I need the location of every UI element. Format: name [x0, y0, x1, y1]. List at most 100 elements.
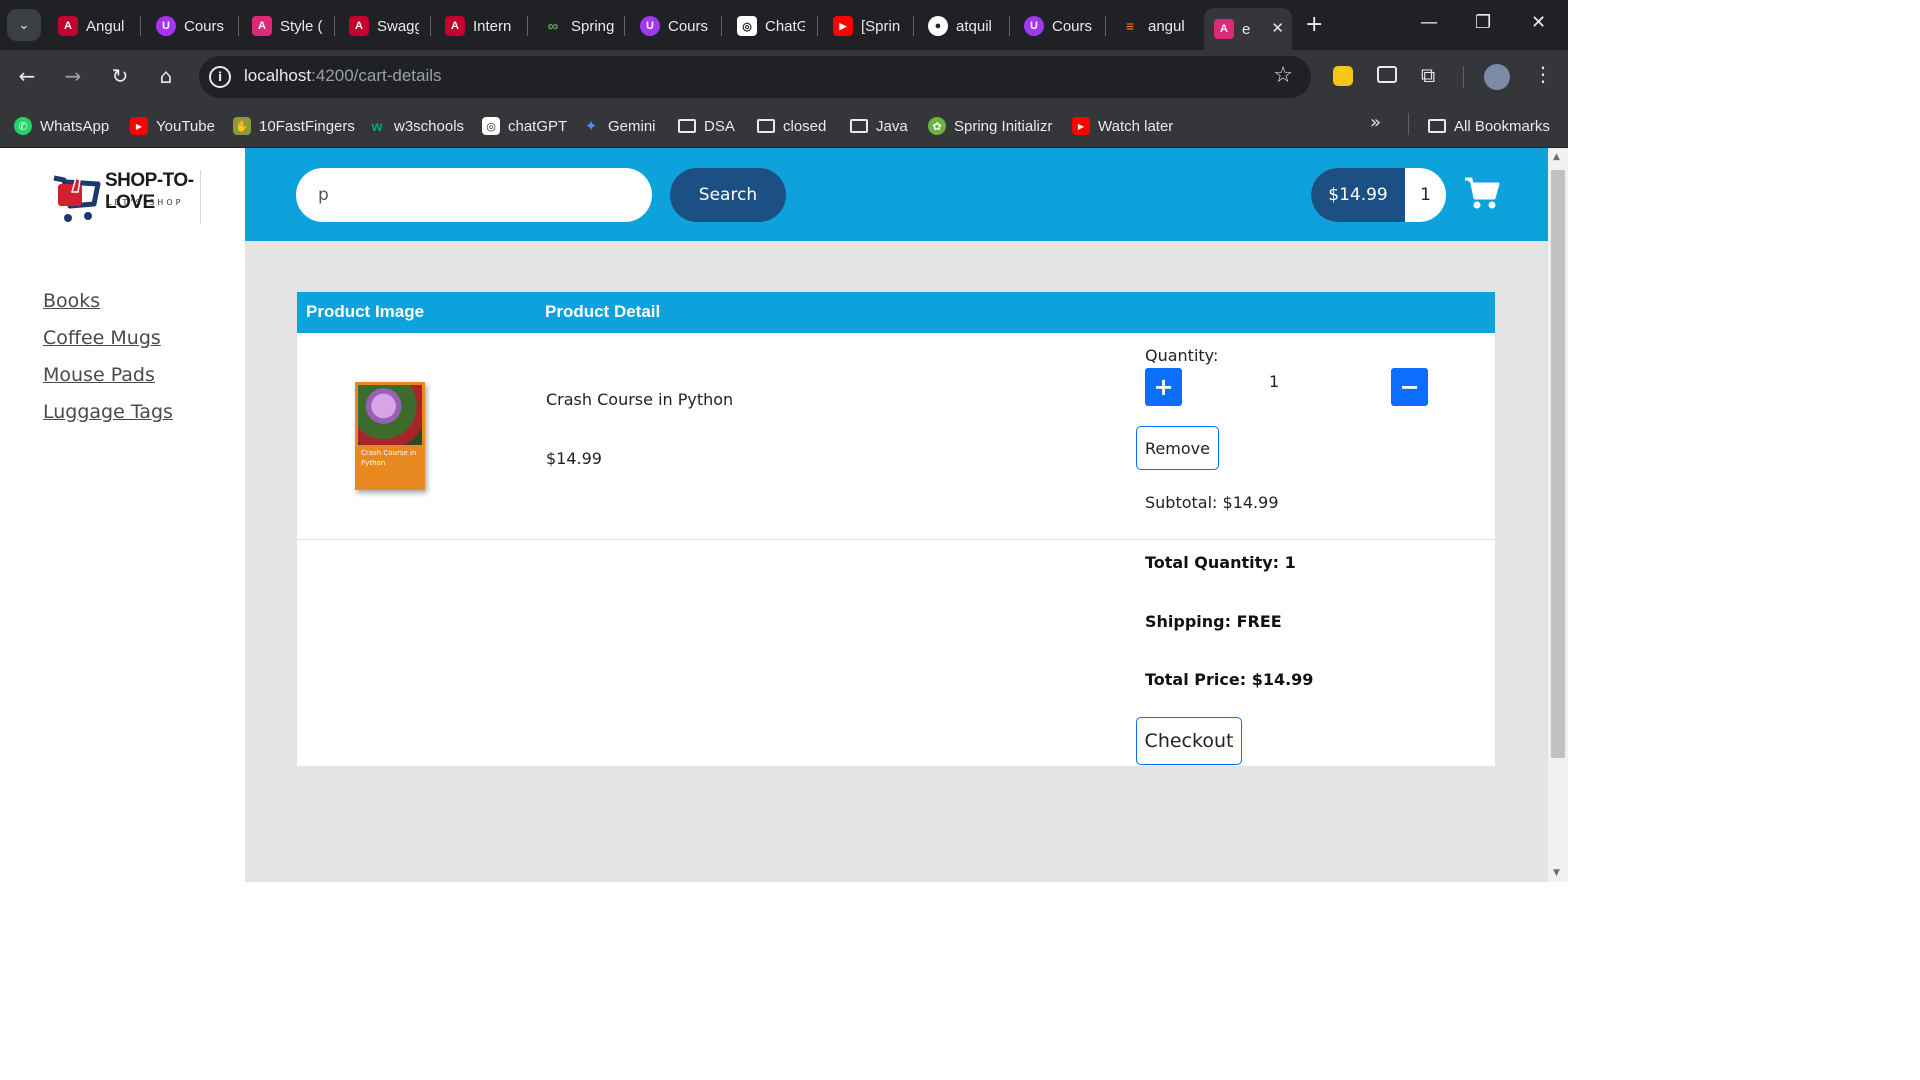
search-input[interactable] [296, 168, 652, 222]
page-scrollbar[interactable]: ▲ ▼ [1548, 148, 1568, 882]
sidebar-item-luggage-tags[interactable]: Luggage Tags [43, 401, 173, 423]
bookmark-10fastfingers[interactable]: ✋ 10FastFingers [233, 115, 355, 137]
bookmark-gemini[interactable]: ✦ Gemini [582, 115, 656, 137]
book-cover-title: Crash Course in Python [361, 449, 417, 467]
close-tab-icon[interactable]: ✕ [1271, 19, 1284, 37]
sidebar-item-mouse-pads[interactable]: Mouse Pads [43, 364, 155, 386]
profile-avatar[interactable] [1484, 64, 1510, 90]
browser-tab[interactable]: A Style ( [252, 8, 324, 44]
cart-table-header: Product Image Product Detail [297, 292, 1495, 333]
browser-menu-icon[interactable]: ⋮ [1533, 62, 1553, 86]
bookmark-youtube[interactable]: ▶ YouTube [130, 115, 215, 137]
folder-icon [678, 119, 696, 133]
page-header: Search $14.99 1 [245, 148, 1548, 241]
shop-logo[interactable]: SHOP-TO-LOVE LET'S SHOP [50, 168, 202, 226]
browser-tab[interactable]: U Cours [1024, 8, 1096, 44]
spring-tab-icon: ∞ [547, 17, 559, 35]
bookmark-whatsapp[interactable]: ✆ WhatsApp [14, 115, 109, 137]
sidebar-item-coffee-mugs[interactable]: Coffee Mugs [43, 327, 161, 349]
browser-tab[interactable]: A Intern [445, 8, 519, 44]
column-header-image: Product Image [306, 302, 425, 321]
w3schools-icon: w [371, 118, 383, 134]
close-window-icon[interactable]: ✕ [1531, 12, 1546, 33]
back-icon[interactable]: ← [14, 64, 40, 88]
browser-tab[interactable]: ▶ [Sprin [833, 8, 903, 44]
extensions-puzzle-icon[interactable]: ⧉ [1421, 63, 1435, 87]
category-sidebar: Books Coffee Mugs Mouse Pads Luggage Tag… [0, 241, 245, 882]
page: SHOP-TO-LOVE LET'S SHOP Books Coffee Mug… [0, 148, 1548, 882]
reading-mode-icon[interactable] [1377, 66, 1397, 83]
cart-status[interactable]: $14.99 1 [1311, 168, 1446, 222]
cart-total-quantity: 1 [1420, 185, 1431, 205]
restore-icon[interactable]: ❐ [1475, 12, 1491, 33]
extension-icon[interactable] [1333, 66, 1353, 86]
remove-button[interactable]: Remove [1136, 426, 1219, 470]
shipping-cost: Shipping: FREE [1145, 612, 1282, 631]
decrement-quantity-button[interactable]: − [1391, 368, 1428, 406]
column-header-detail: Product Detail [545, 302, 661, 321]
site-info-icon[interactable]: i [209, 66, 231, 88]
bookmark-spring-initializr[interactable]: ✿ Spring Initializr [928, 115, 1052, 137]
tab-title: Cours [184, 17, 225, 35]
quantity-value: 1 [1269, 372, 1280, 391]
product-name: Crash Course in Python [546, 390, 734, 409]
tab-title: Cours [668, 17, 709, 35]
tab-title: Swagg [377, 17, 419, 35]
quantity-label: Quantity: [1145, 346, 1219, 365]
whatsapp-icon: ✆ [14, 117, 32, 135]
address-bar[interactable]: i localhost:4200/cart-details ☆ [199, 56, 1311, 98]
scroll-up-arrow-icon[interactable]: ▲ [1553, 152, 1560, 162]
angular-tab-icon: A [349, 16, 369, 36]
bookmark-watch-later[interactable]: ▶ Watch later [1072, 115, 1173, 137]
tab-title: Spring [571, 17, 615, 35]
forward-icon[interactable]: → [60, 64, 86, 88]
increment-quantity-button[interactable]: + [1145, 368, 1182, 406]
tab-search-icon[interactable]: ⌄ [7, 9, 41, 41]
scroll-down-arrow-icon[interactable]: ▼ [1553, 868, 1560, 878]
product-price: $14.99 [546, 449, 602, 468]
tab-title: ChatG [765, 17, 805, 35]
checkout-button[interactable]: Checkout [1136, 717, 1242, 765]
browser-tab[interactable]: ● atquil [928, 8, 1000, 44]
reload-icon[interactable]: ↻ [107, 64, 133, 88]
cart-table: Product Image Product Detail Crash Cours… [297, 292, 1495, 766]
scroll-thumb[interactable] [1551, 170, 1565, 758]
bookmark-folder-java[interactable]: Java [850, 115, 908, 137]
bookmark-star-icon[interactable]: ☆ [1273, 63, 1293, 88]
minimize-icon[interactable]: — [1420, 12, 1438, 33]
more-bookmarks-icon[interactable]: » [1370, 112, 1381, 133]
browser-tab[interactable]: ≡ angul [1120, 8, 1190, 44]
sidebar-item-books[interactable]: Books [43, 290, 100, 312]
angular-tab-icon: A [445, 16, 465, 36]
all-bookmarks[interactable]: All Bookmarks [1428, 115, 1550, 137]
udemy-tab-icon: U [1024, 16, 1044, 36]
browser-tab[interactable]: ◎ ChatG [737, 8, 805, 44]
stackoverflow-tab-icon: ≡ [1125, 18, 1135, 34]
browser-tab[interactable]: U Cours [156, 8, 236, 44]
bookmark-folder-dsa[interactable]: DSA [678, 115, 735, 137]
folder-icon [1428, 119, 1446, 133]
product-image: Crash Course in Python [355, 382, 425, 490]
url-text[interactable]: localhost:4200/cart-details [244, 66, 442, 86]
bookmark-chatgpt[interactable]: ◎ chatGPT [482, 115, 567, 137]
gemini-icon: ✦ [584, 118, 598, 135]
browser-tab[interactable]: A Angul [58, 8, 138, 44]
browser-tab-active[interactable]: A e ✕ [1204, 8, 1292, 50]
new-tab-icon[interactable]: + [1305, 12, 1323, 37]
search-button[interactable]: Search [670, 168, 786, 222]
shopping-cart-icon[interactable] [1464, 176, 1500, 210]
bookmarks-bar: ✆ WhatsApp ▶ YouTube ✋ 10FastFingers w w3sch… [0, 104, 1568, 148]
home-icon[interactable]: ⌂ [153, 64, 179, 88]
spring-icon: ✿ [928, 117, 946, 135]
bookmark-w3schools[interactable]: w w3schools [368, 115, 465, 137]
browser-tab[interactable]: U Cours [640, 8, 714, 44]
angular-tab-icon: A [252, 16, 272, 36]
github-tab-icon: ● [928, 16, 948, 36]
item-subtotal: Subtotal: $14.99 [1145, 493, 1279, 512]
browser-tab[interactable]: A Swagg [349, 8, 419, 44]
angular-tab-icon: A [58, 16, 78, 36]
cart-total-price: $14.99 [1311, 168, 1405, 222]
browser-tab[interactable]: ∞ Spring [543, 8, 615, 44]
tab-title: [Sprin [861, 17, 901, 35]
bookmark-folder-closed[interactable]: closed [757, 115, 826, 137]
